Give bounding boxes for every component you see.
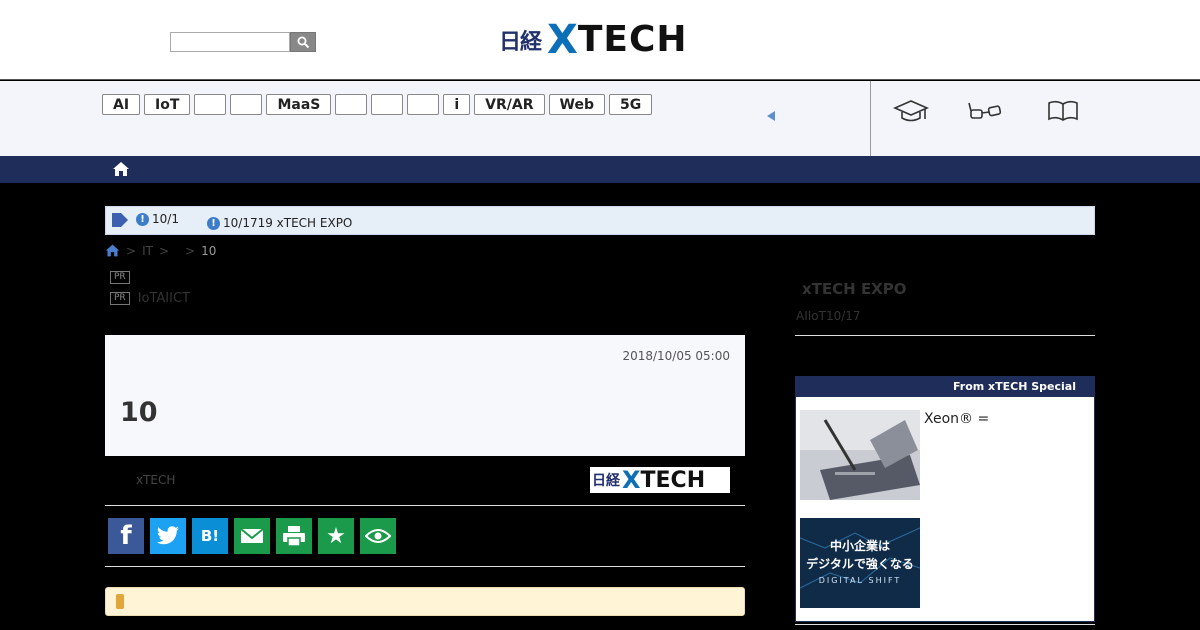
topic-tag[interactable]: Web [548,94,605,115]
special-header: From xTECH Special [796,377,1094,397]
notice-item[interactable]: ! 10/1719 xTECH EXPO [207,216,352,230]
notice-strip: ! 10/1 ! 10/1719 xTECH EXPO [105,206,1095,235]
notice-flag-icon [112,213,128,227]
scroll-left-arrow-icon[interactable] [767,111,775,121]
breadcrumb-separator: > [158,243,169,258]
article-byline: xTECH [136,473,176,487]
mail-share-button[interactable] [234,518,270,554]
eye-share-button[interactable] [360,518,396,554]
topic-tag[interactable]: 5G [608,94,653,115]
breadcrumb-separator: > [126,243,137,258]
svg-text:デジタルで強くなる: デジタルで強くなる [806,556,914,571]
divider [105,505,745,506]
star-icon: ★ [326,523,346,549]
digital-shift-banner[interactable]: 中小企業は デジタルで強くなる DIGITAL SHIFT [800,518,920,608]
divider [105,566,745,567]
star-share-button[interactable]: ★ [318,518,354,554]
topic-tag[interactable]: IoT [144,94,191,115]
home-icon[interactable] [112,160,130,178]
divider [795,624,1095,625]
eye-icon [365,528,391,544]
print-icon [282,525,306,547]
special-box: From xTECH Special Xeon® = 中小企業は デジタルで強く… [795,376,1095,622]
twitter-share-button[interactable] [150,518,186,554]
hatena-share-button[interactable]: B! [192,518,228,554]
pr-link[interactable]: PR IoTAIICT [110,291,190,306]
article-title: 10 [120,397,158,428]
pr-badge: PR [110,292,130,305]
search-icon [297,36,309,48]
article-header: 2018/10/05 05:00 10 [105,335,745,456]
search-input[interactable] [170,32,290,52]
pr-badge: PR [110,271,130,284]
site-logo[interactable]: 日経 X TECH [499,17,688,63]
twitter-icon [156,526,180,546]
share-buttons: f B! ★ [108,518,396,554]
logo-tech-text: TECH [577,19,688,60]
logo-nikkei-text: 日経 [592,473,620,489]
breadcrumb-separator: > [185,243,196,258]
sidebar-subtitle: AIIoT10/17 [796,309,861,323]
topic-tag[interactable] [335,94,368,115]
notice-marker [116,594,124,609]
alert-icon: ! [136,212,149,226]
logo-tech-text: TECH [640,467,706,493]
pr-link[interactable]: PR [110,271,138,284]
facebook-share-button[interactable]: f [108,518,144,554]
topic-tag[interactable] [230,94,263,115]
mail-icon [240,527,264,545]
graduation-cap-icon[interactable] [893,97,929,125]
search-button[interactable] [290,32,316,52]
pr-text: IoTAIICT [137,291,190,306]
special-item-image[interactable] [800,410,920,500]
logo-x-mark: X [547,17,578,63]
notice-item[interactable]: ! 10/1 [136,212,179,226]
sidebar-title[interactable]: xTECH EXPO [802,280,907,298]
facebook-icon: f [120,521,132,551]
topic-tag[interactable] [194,94,227,115]
open-book-icon[interactable] [1045,97,1081,125]
article-date: 2018/10/05 05:00 [622,349,730,363]
glasses-icon[interactable] [968,97,1004,125]
divider [870,81,871,156]
svg-text:DIGITAL SHIFT: DIGITAL SHIFT [819,576,902,585]
topic-tag[interactable]: MaaS [266,94,332,115]
breadcrumb: > IT > > 10 [105,243,216,258]
site-header: 日経 X TECH [0,0,1200,80]
topic-tag[interactable]: i [443,94,471,115]
publisher-logo: 日経 X TECH [590,466,730,494]
svg-text:中小企業は: 中小企業は [830,538,890,553]
topic-tag[interactable] [407,94,440,115]
notice-text: 10/1 [152,212,179,226]
notice-box [105,587,745,616]
print-share-button[interactable] [276,518,312,554]
hatena-icon: B! [200,527,220,545]
topic-tag[interactable]: VR/AR [474,94,545,115]
topic-tag[interactable]: AI [102,94,141,115]
home-icon[interactable] [105,243,120,258]
main-nav [0,156,1200,183]
breadcrumb-current: 10 [201,243,217,258]
logo-nikkei-text: 日経 [499,30,542,55]
breadcrumb-link[interactable]: IT [142,244,153,258]
topic-tags: AI IoT MaaS i VR/AR Web 5G [102,94,653,115]
alert-icon: ! [207,216,220,230]
notice-text: 10/1719 xTECH EXPO [223,216,353,230]
divider [795,335,1095,336]
topic-tag[interactable] [371,94,404,115]
topic-tag-bar: AI IoT MaaS i VR/AR Web 5G [0,81,1200,156]
special-item-title[interactable]: Xeon® = [924,411,989,427]
search-box [170,32,316,52]
logo-x-mark: X [622,466,641,494]
